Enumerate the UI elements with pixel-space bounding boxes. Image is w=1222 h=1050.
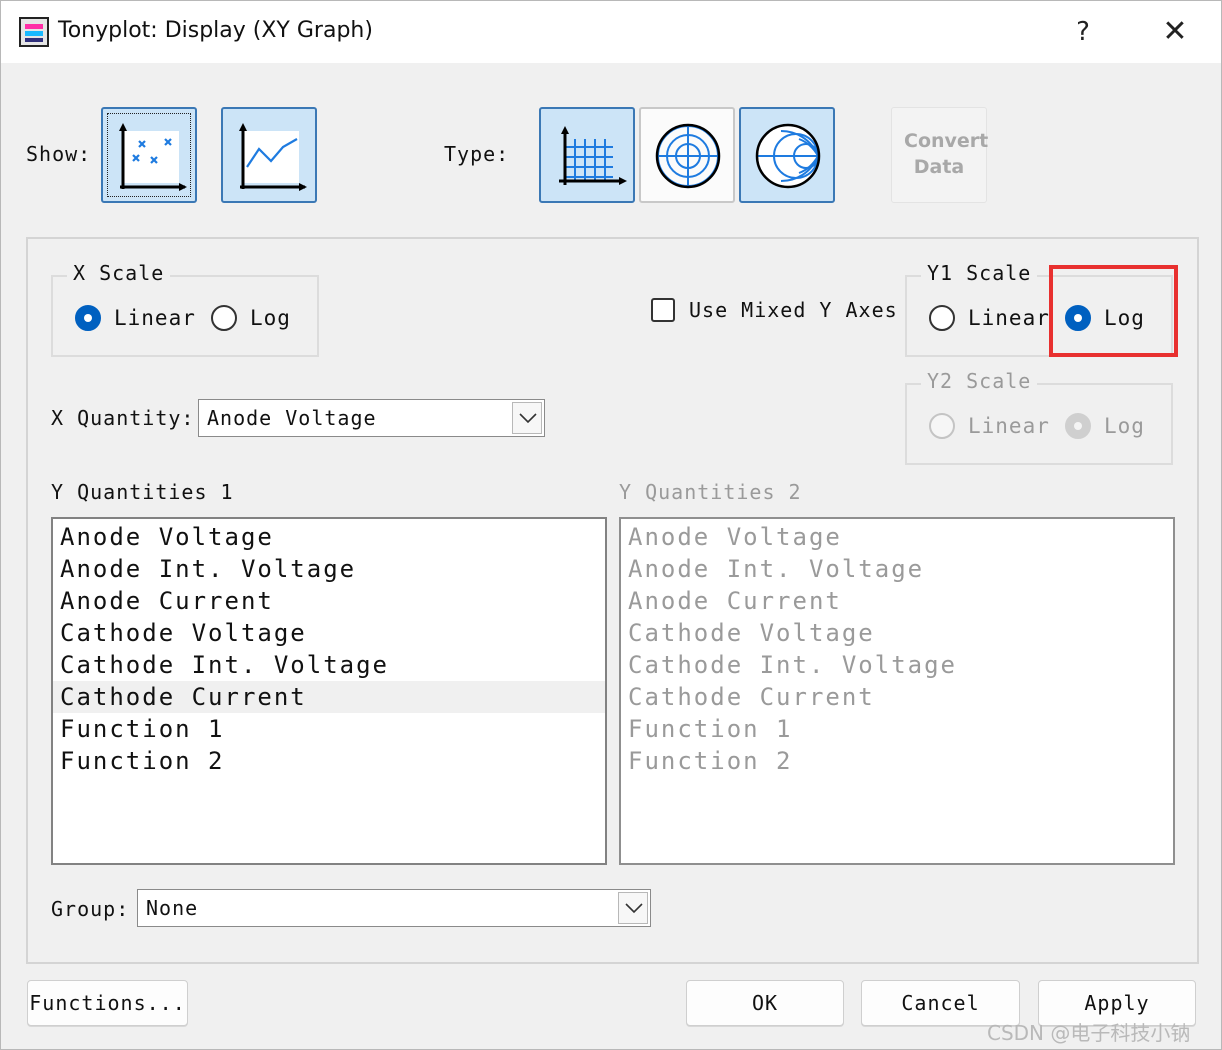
- y1-scale-linear-label: Linear: [968, 306, 1050, 330]
- ok-button[interactable]: OK: [686, 980, 844, 1026]
- list-item-selected[interactable]: Cathode Current: [53, 681, 605, 713]
- y-quantities-2-list: Anode Voltage Anode Int. Voltage Anode C…: [619, 517, 1175, 865]
- x-quantity-value: Anode Voltage: [207, 406, 377, 430]
- watermark: CSDN @电子科技小钠: [987, 1021, 1191, 1045]
- y1-scale-linear-radio[interactable]: Linear: [929, 303, 1050, 333]
- title-bar[interactable]: Tonyplot: Display (XY Graph) ? ✕: [1, 1, 1221, 63]
- line-plot-icon: [239, 123, 307, 191]
- y2-scale-title: Y2 Scale: [921, 369, 1038, 393]
- radio-checked-icon: [1065, 413, 1091, 439]
- show-scatter-button[interactable]: [101, 107, 197, 203]
- group-value: None: [146, 896, 199, 920]
- close-button[interactable]: ✕: [1150, 11, 1200, 53]
- smith-chart-icon: [755, 123, 821, 189]
- list-item: Anode Current: [628, 587, 842, 615]
- dropdown-button[interactable]: [512, 402, 542, 434]
- convert-data-button[interactable]: Convert Data: [891, 107, 989, 203]
- scatter-plot-icon: [119, 123, 187, 191]
- functions-button[interactable]: Functions...: [27, 980, 188, 1026]
- type-smith-button[interactable]: [739, 107, 835, 203]
- mixed-y-axes-checkbox[interactable]: Use Mixed Y Axes: [651, 295, 898, 325]
- list-item: Cathode Current: [628, 683, 875, 711]
- y2-scale-log-label: Log: [1104, 414, 1145, 438]
- dropdown-button[interactable]: [618, 892, 648, 924]
- x-quantity-select[interactable]: Anode Voltage: [198, 399, 545, 437]
- list-item[interactable]: Anode Voltage: [53, 521, 605, 553]
- type-cartesian-button[interactable]: [539, 107, 635, 203]
- group-select[interactable]: None: [137, 889, 651, 927]
- show-label: Show:: [26, 142, 92, 166]
- y1-scale-title: Y1 Scale: [921, 261, 1038, 285]
- radio-unchecked-icon: [929, 413, 955, 439]
- window-title: Tonyplot: Display (XY Graph): [58, 18, 373, 43]
- list-item: Anode Int. Voltage: [628, 555, 925, 583]
- mixed-y-axes-label: Use Mixed Y Axes: [689, 298, 898, 322]
- chevron-down-icon: [625, 903, 643, 914]
- x-scale-linear-label: Linear: [114, 306, 196, 330]
- radio-checked-icon: [75, 305, 101, 331]
- x-scale-log-label: Log: [250, 306, 291, 330]
- chevron-down-icon: [519, 413, 537, 424]
- annotation-highlight-box: [1049, 265, 1178, 357]
- x-quantity-label: X Quantity:: [51, 406, 195, 430]
- list-item: Cathode Int. Voltage: [628, 651, 957, 679]
- list-item[interactable]: Anode Current: [53, 585, 605, 617]
- app-icon: [19, 17, 49, 47]
- list-item: Function 2: [628, 747, 793, 775]
- y-quantities-1-list[interactable]: Anode Voltage Anode Int. Voltage Anode C…: [51, 517, 607, 865]
- list-item: Anode Voltage: [628, 523, 842, 551]
- cartesian-grid-icon: [559, 126, 627, 185]
- polar-grid-icon: [655, 123, 721, 189]
- y2-scale-log-radio: Log: [1065, 411, 1145, 441]
- x-scale-linear-radio[interactable]: Linear: [75, 303, 196, 333]
- radio-unchecked-icon: [211, 305, 237, 331]
- x-scale-log-radio[interactable]: Log: [211, 303, 291, 333]
- y2-scale-linear-label: Linear: [968, 414, 1050, 438]
- list-item[interactable]: Cathode Int. Voltage: [53, 649, 605, 681]
- help-button[interactable]: ?: [1058, 11, 1108, 53]
- y-quantities-2-label: Y Quantities 2: [619, 480, 802, 504]
- list-item[interactable]: Function 1: [53, 713, 605, 745]
- list-item[interactable]: Cathode Voltage: [53, 617, 605, 649]
- convert-data-label: Convert Data: [904, 130, 989, 178]
- list-item[interactable]: Function 2: [53, 745, 605, 777]
- type-polar-button[interactable]: [639, 107, 735, 203]
- y2-scale-linear-radio: Linear: [929, 411, 1050, 441]
- list-item[interactable]: Anode Int. Voltage: [53, 553, 605, 585]
- show-line-button[interactable]: [221, 107, 317, 203]
- radio-unchecked-icon: [929, 305, 955, 331]
- x-scale-title: X Scale: [67, 261, 171, 285]
- list-item: Function 1: [628, 715, 793, 743]
- group-label: Group:: [51, 897, 130, 921]
- list-item: Cathode Voltage: [628, 619, 875, 647]
- checkbox-unchecked-icon: [651, 298, 675, 322]
- type-label: Type:: [444, 142, 510, 166]
- y-quantities-1-label: Y Quantities 1: [51, 480, 234, 504]
- dialog-window: Tonyplot: Display (XY Graph) ? ✕ Show: T…: [0, 0, 1222, 1050]
